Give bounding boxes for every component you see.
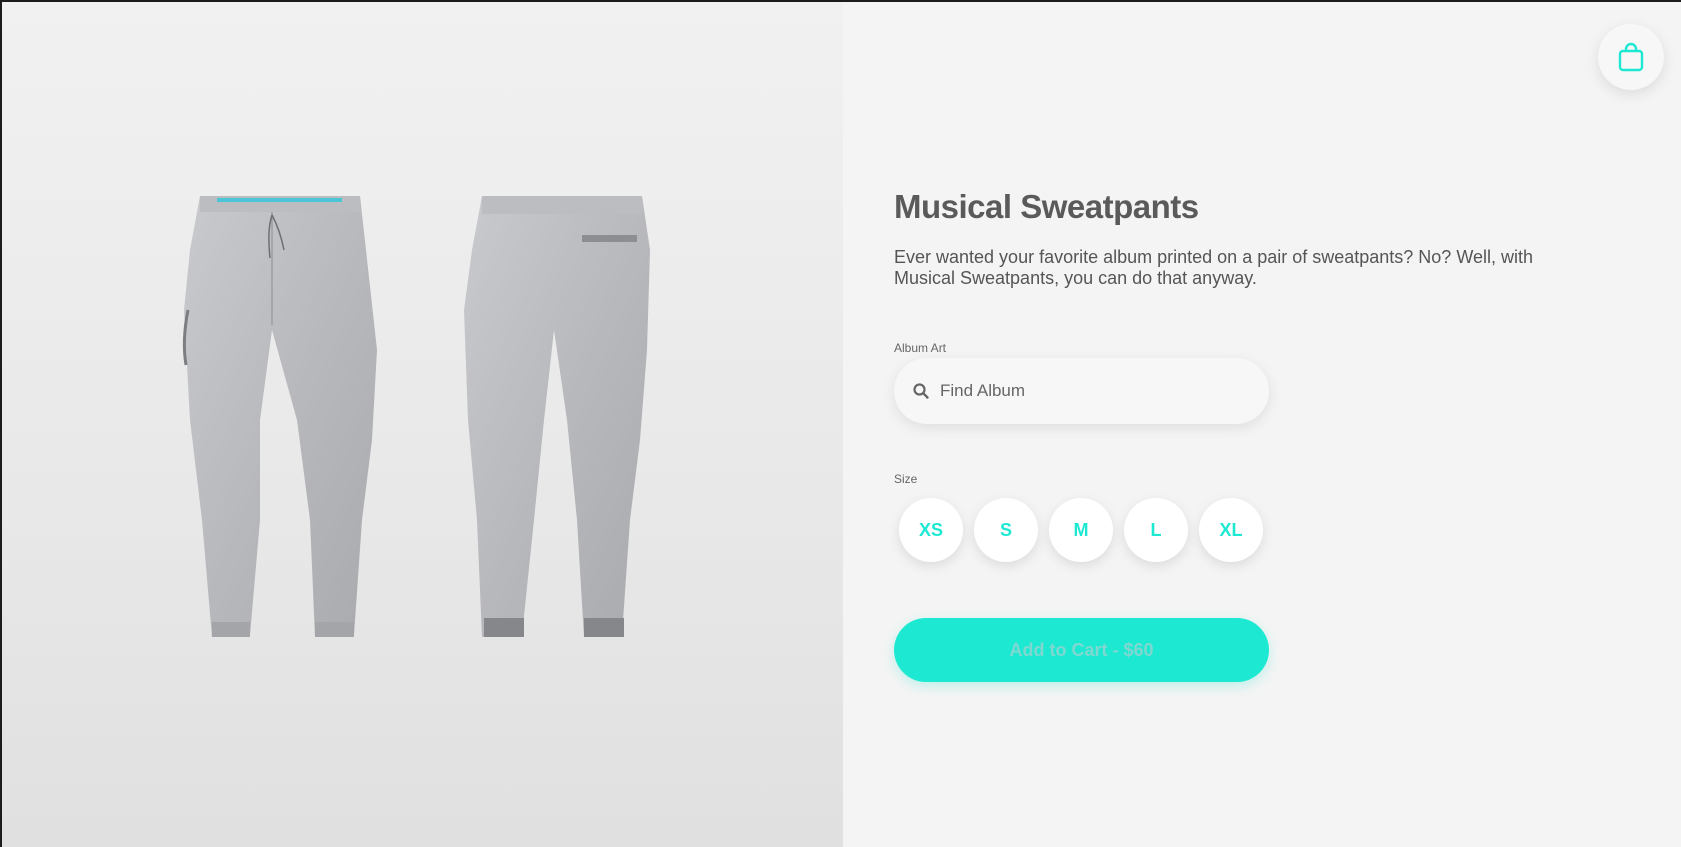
product-image: [182, 196, 650, 637]
search-icon: [913, 383, 929, 399]
product-title: Musical Sweatpants: [894, 188, 1199, 225]
pants-front: [182, 196, 377, 637]
album-search-input[interactable]: [940, 381, 1240, 401]
size-option-xl[interactable]: XL: [1199, 498, 1263, 562]
shopping-bag-icon: [1618, 42, 1644, 72]
product-description: Ever wanted your favorite album printed …: [894, 247, 1533, 288]
album-search-field[interactable]: [894, 358, 1269, 424]
cart-button[interactable]: [1598, 24, 1664, 90]
size-option-m[interactable]: M: [1049, 498, 1113, 562]
size-option-l[interactable]: L: [1124, 498, 1188, 562]
album-art-label: Album Art: [894, 341, 947, 355]
add-to-cart-button[interactable]: Add to Cart - $60: [894, 618, 1269, 682]
app-frame: Musical Sweatpants Ever wanted your favo…: [2, 2, 1681, 847]
size-option-xs[interactable]: XS: [899, 498, 963, 562]
product-image-panel: [2, 2, 843, 847]
size-label: Size: [894, 472, 918, 486]
pants-back: [464, 196, 650, 637]
size-option-s[interactable]: S: [974, 498, 1038, 562]
size-options: XS S M L XL: [899, 498, 1263, 562]
